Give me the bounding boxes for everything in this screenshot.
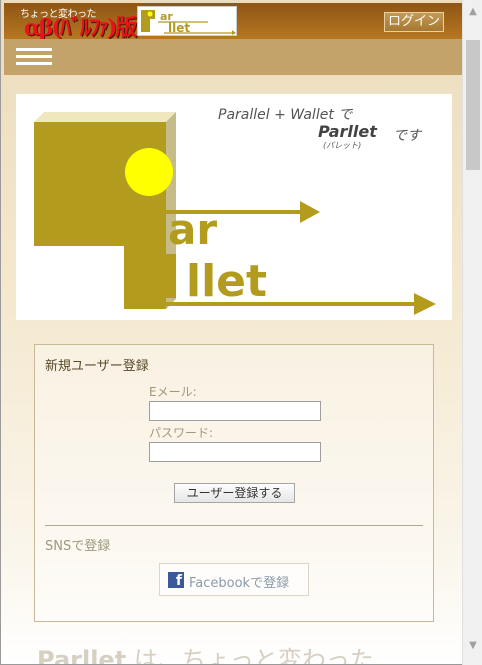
brand-name[interactable]: αβ(ﾊﾞﾙﾌｧ)版: [24, 15, 137, 41]
facebook-register-button[interactable]: f Facebookで登録: [159, 563, 309, 596]
register-button[interactable]: ユーザー登録する: [174, 483, 295, 503]
password-label: パスワード:: [149, 426, 214, 440]
scroll-down-arrow-icon[interactable]: ▼: [467, 640, 479, 651]
login-button[interactable]: ログイン: [384, 12, 444, 32]
nav-bar: [4, 39, 463, 75]
site-header: ちょっと変わった αβ(ﾊﾞﾙﾌｧ)版 ar llet ログイン: [4, 3, 463, 41]
hamburger-menu-icon[interactable]: [16, 48, 52, 66]
parllet-logo-small[interactable]: ar llet: [137, 6, 237, 36]
tagline-parallel-wallet: Parallel + Wallet で: [218, 107, 353, 123]
hero-banner: ar llet Parallel + Wallet で Parllet です (…: [16, 94, 452, 320]
tagline-reading: (パレット): [323, 141, 362, 150]
registration-panel: 新規ユーザー登録 Eメール: パスワード: ユーザー登録する SNSで登録 f …: [34, 344, 434, 622]
email-label: Eメール:: [149, 385, 197, 399]
email-field[interactable]: [149, 401, 321, 421]
facebook-register-label: Facebookで登録: [189, 576, 290, 591]
section-heading: Parllet は、ちょっと変わった: [37, 640, 374, 665]
heading-rest: は、ちょっと変わった: [126, 646, 374, 665]
logo-large-llet: llet: [186, 256, 267, 307]
parllet-logo-large: ar llet: [34, 112, 436, 315]
scroll-thumb[interactable]: [466, 40, 480, 170]
divider: [45, 525, 423, 526]
vertical-scrollbar[interactable]: ▲ ▼: [462, 0, 482, 665]
heading-brand: Parllet: [37, 646, 127, 665]
logo-large-ar: ar: [168, 205, 217, 254]
tagline-desu: です: [393, 128, 421, 144]
password-field[interactable]: [149, 442, 321, 462]
facebook-icon: f: [168, 572, 184, 589]
browser-window: ちょっと変わった αβ(ﾊﾞﾙﾌｧ)版 ar llet ログイン ar llet…: [0, 0, 482, 665]
tagline-brand: Parllet: [318, 122, 377, 141]
sns-register-title: SNSで登録: [45, 539, 111, 554]
scroll-up-arrow-icon[interactable]: ▲: [467, 6, 479, 17]
register-title: 新規ユーザー登録: [45, 359, 149, 374]
